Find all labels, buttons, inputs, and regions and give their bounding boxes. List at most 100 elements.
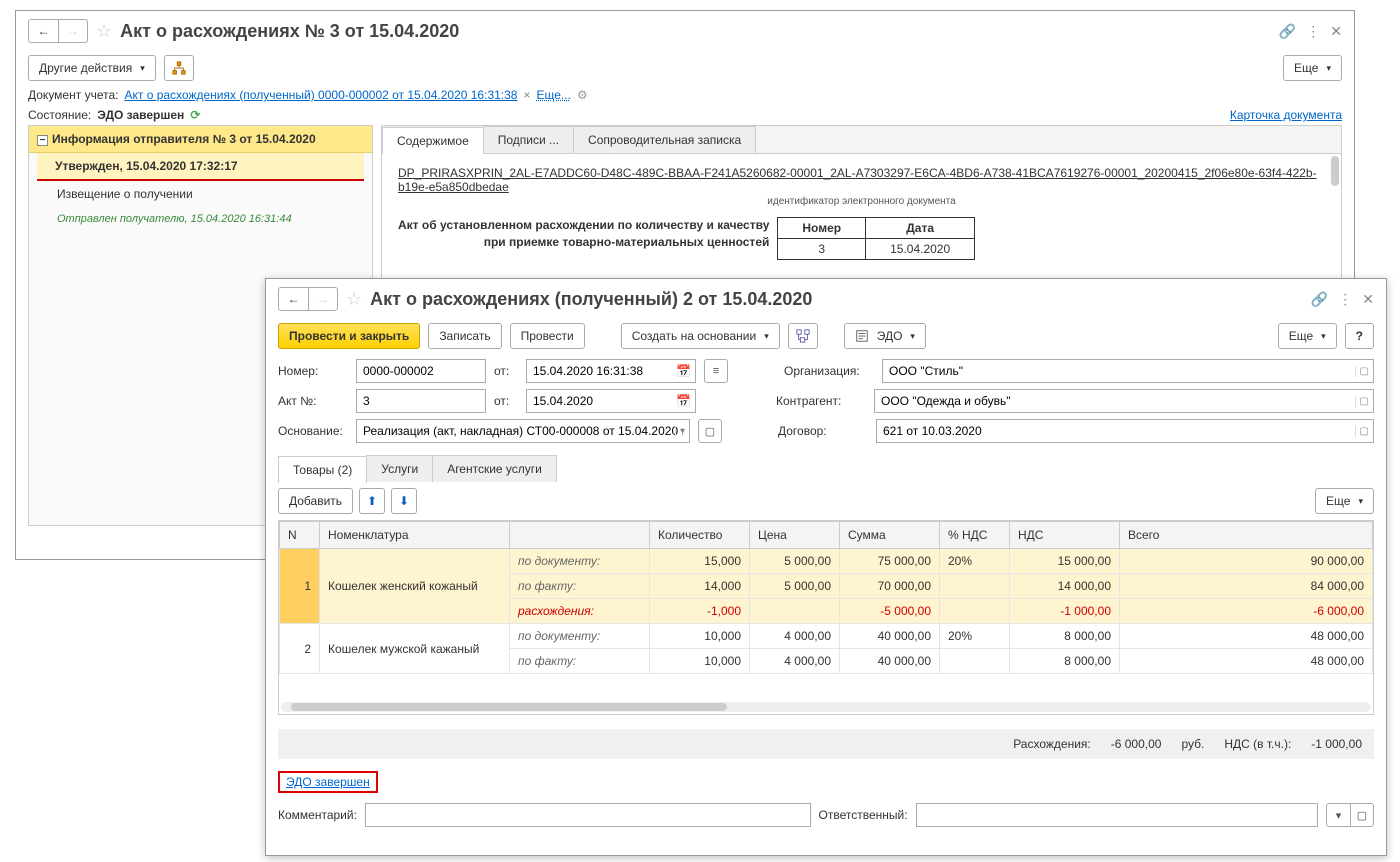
details-button[interactable]: ≡ [704,359,728,383]
edo-button[interactable]: ЭДО [844,323,926,349]
document-preview: DP_PRIRASXPRIN_2AL-E7ADDC60-D48C-489C-BB… [382,154,1341,272]
link-icon[interactable]: 🔗 [1311,291,1328,308]
comment-label: Комментарий: [278,808,357,822]
th-total[interactable]: Всего [1120,522,1373,549]
responsible-field[interactable] [916,803,1318,827]
number-label: Номер: [278,364,348,378]
collapse-icon[interactable]: − [37,135,48,146]
toolbar: Провести и закрыть Записать Провести Соз… [266,319,1386,353]
add-row-button[interactable]: Добавить [278,488,353,514]
tab-content[interactable]: Содержимое [382,127,484,154]
create-based-on-button[interactable]: Создать на основании [621,323,780,349]
dropdown-icon[interactable]: ▾ [675,426,685,437]
th-quantity[interactable]: Количество [650,522,750,549]
tab-goods[interactable]: Товары (2) [278,456,367,483]
favorite-star-icon[interactable]: ☆ [96,21,112,42]
select-icon[interactable]: ▢ [1355,396,1369,407]
state-value: ЭДО завершен [97,108,184,122]
edo-status-link[interactable]: ЭДО завершен [286,775,370,789]
nav-forward-button[interactable]: → [308,287,338,311]
act-number-value: 3 [778,239,866,260]
link-icon[interactable]: 🔗 [1279,23,1296,40]
th-vat[interactable]: НДС [1010,522,1120,549]
nav-back-button[interactable]: ← [278,287,308,311]
basis-field[interactable]: ▾ [356,419,690,443]
th-vat-percent[interactable]: % НДС [940,522,1010,549]
more-dotted-link[interactable]: Еще... [536,88,570,102]
actno-field[interactable] [356,389,486,413]
write-button[interactable]: Записать [428,323,501,349]
basis-label: Основание: [278,424,348,438]
favorite-star-icon[interactable]: ☆ [346,289,362,310]
clear-doc-icon[interactable]: × [523,88,530,102]
table-toolbar: Добавить ⬆ ⬇ Еще [266,482,1386,520]
receipt-notice-line[interactable]: Извещение о получении [29,181,372,207]
move-down-button[interactable]: ⬇ [391,488,417,514]
more-button[interactable]: Еще [1283,55,1342,81]
sender-info-header[interactable]: −Информация отправителя № 3 от 15.04.202… [29,126,372,153]
th-nomenclature[interactable]: Номенклатура [320,522,510,549]
kebab-menu-icon[interactable]: ⋮ [1306,23,1320,40]
calendar-icon[interactable]: 📅 [676,394,691,408]
form-fields: Номер: от: 📅 ≡ Организация: ▢ Акт №: от:… [266,353,1386,455]
counterparty-field[interactable]: ▢ [874,389,1374,413]
edoc-id-caption: идентификатор электронного документа [398,196,1325,207]
hierarchy-icon-button[interactable] [164,55,194,81]
scrollbar-horizontal[interactable] [281,702,1371,712]
move-up-button[interactable]: ⬆ [359,488,385,514]
accounting-doc-link[interactable]: Акт о расхождениях (полученный) 0000-000… [124,88,517,102]
tab-cover-note[interactable]: Сопроводительная записка [573,126,756,153]
tab-signatures[interactable]: Подписи ... [483,126,574,153]
counterparty-label: Контрагент: [776,394,866,408]
organization-label: Организация: [784,364,874,378]
edoc-identifier: DP_PRIRASXPRIN_2AL-E7ADDC60-D48C-489C-BB… [398,166,1325,194]
select-icon[interactable]: ▢ [1355,366,1369,377]
other-actions-button[interactable]: Другие действия [28,55,156,81]
responsible-label: Ответственный: [819,808,908,822]
scrollbar-vertical[interactable] [1331,156,1339,186]
table-row[interactable]: 1 Кошелек женский кожаный по документу: … [280,549,1373,574]
post-and-close-button[interactable]: Провести и закрыть [278,323,420,349]
close-window-icon[interactable]: ✕ [1330,23,1342,40]
summary-currency: руб. [1181,737,1204,751]
comment-field[interactable] [365,803,811,827]
structure-icon-button[interactable] [788,323,818,349]
toolbar: Другие действия Еще [16,51,1354,85]
datetime-field[interactable]: 📅 [526,359,696,383]
table-more-button[interactable]: Еще [1315,488,1374,514]
titlebar: ← → ☆ Акт о расхождениях (полученный) 2 … [266,279,1386,319]
refresh-icon[interactable]: ⟳ [190,108,200,122]
th-price[interactable]: Цена [750,522,840,549]
gear-icon[interactable]: ⚙ [577,88,588,102]
more-button[interactable]: Еще [1278,323,1337,349]
approved-line[interactable]: Утвержден, 15.04.2020 17:32:17 [37,153,364,181]
number-field[interactable] [356,359,486,383]
close-window-icon[interactable]: ✕ [1362,291,1374,308]
sent-to-recipient-line: Отправлен получателю, 15.04.2020 16:31:4… [29,207,372,231]
actno-label: Акт №: [278,394,348,408]
goods-table[interactable]: N Номенклатура Количество Цена Сумма % Н… [279,521,1373,674]
kebab-menu-icon[interactable]: ⋮ [1338,291,1352,308]
open-basis-button[interactable]: ▢ [698,419,722,443]
responsible-dropdown-button[interactable]: ▾ [1326,803,1350,827]
document-card-link[interactable]: Карточка документа [1230,108,1342,122]
tab-services[interactable]: Услуги [366,455,433,482]
organization-field[interactable]: ▢ [882,359,1374,383]
calendar-icon[interactable]: 📅 [676,364,691,378]
summary-vat-label: НДС (в т.ч.): [1224,737,1291,751]
act-date-field[interactable]: 📅 [526,389,696,413]
help-button[interactable]: ? [1345,323,1374,349]
nav-back-button[interactable]: ← [28,19,58,43]
responsible-open-button[interactable]: ▢ [1350,803,1374,827]
state-row: Состояние: ЭДО завершен ⟳ Карточка докум… [16,105,1354,125]
table-row[interactable]: 2 Кошелек мужской кажаный по документу: … [280,624,1373,649]
select-icon[interactable]: ▢ [1355,426,1369,437]
contract-field[interactable]: ▢ [876,419,1374,443]
nav-forward-button[interactable]: → [58,19,88,43]
th-sum[interactable]: Сумма [840,522,940,549]
th-n[interactable]: N [280,522,320,549]
th-blank[interactable] [510,522,650,549]
accounting-doc-label: Документ учета: [28,88,118,102]
post-button[interactable]: Провести [510,323,585,349]
tab-agent-services[interactable]: Агентские услуги [432,455,557,482]
